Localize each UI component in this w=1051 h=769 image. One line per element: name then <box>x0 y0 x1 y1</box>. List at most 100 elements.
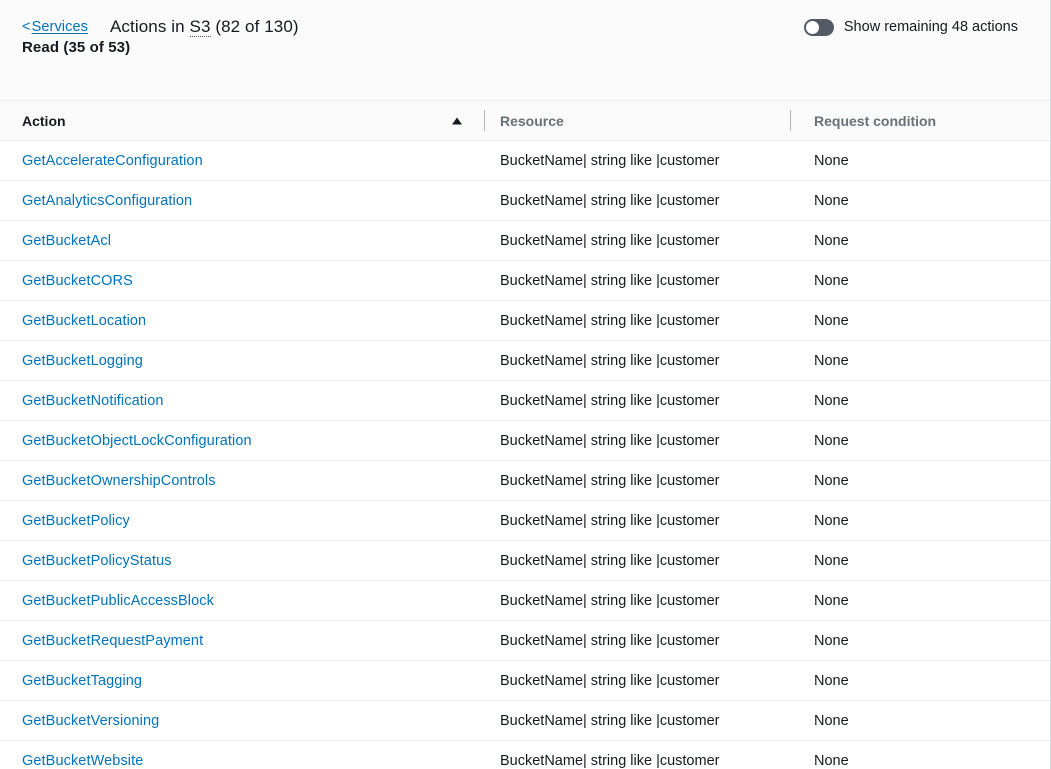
cell-action: GetBucketCORS <box>0 261 484 301</box>
cell-action: GetBucketPolicyStatus <box>0 541 484 581</box>
column-header-action-label: Action <box>22 113 66 129</box>
cell-resource: BucketName| string like |customer <box>484 381 790 421</box>
cell-resource: BucketName| string like |customer <box>484 421 790 461</box>
show-remaining-actions-toggle[interactable] <box>804 19 834 36</box>
cell-request-condition: None <box>790 381 1051 421</box>
actions-table-header-row: Action Resource Request condition <box>0 101 1051 141</box>
cell-resource: BucketName| string like |customer <box>484 621 790 661</box>
cell-request-condition: None <box>790 421 1051 461</box>
cell-action: GetBucketLocation <box>0 301 484 341</box>
cell-resource: BucketName| string like |customer <box>484 261 790 301</box>
table-row: GetBucketPublicAccessBlock BucketName| st… <box>0 581 1051 621</box>
cell-resource: BucketName| string like |customer <box>484 701 790 741</box>
cell-request-condition: None <box>790 701 1051 741</box>
action-link[interactable]: GetBucketVersioning <box>22 713 159 729</box>
column-divider <box>790 110 791 131</box>
cell-resource: BucketName| string like |customer <box>484 741 790 769</box>
cell-action: GetBucketPolicy <box>0 501 484 541</box>
cell-request-condition: None <box>790 741 1051 769</box>
page-title-count: (82 of 130) <box>211 17 299 36</box>
action-link[interactable]: GetBucketTagging <box>22 673 142 689</box>
cell-resource: BucketName| string like |customer <box>484 221 790 261</box>
cell-action: GetBucketOwnershipControls <box>0 461 484 501</box>
cell-action: GetBucketRequestPayment <box>0 621 484 661</box>
cell-action: GetBucketAcl <box>0 221 484 261</box>
column-header-request-condition[interactable]: Request condition <box>790 101 1051 141</box>
cell-request-condition: None <box>790 181 1051 221</box>
sort-ascending-icon <box>452 117 462 124</box>
cell-resource: BucketName| string like |customer <box>484 301 790 341</box>
table-row: GetBucketAcl BucketName| string like |cus… <box>0 221 1051 261</box>
cell-request-condition: None <box>790 221 1051 261</box>
action-link[interactable]: GetAccelerateConfiguration <box>22 153 203 169</box>
table-row: GetBucketVersioning BucketName| string li… <box>0 701 1051 741</box>
cell-action: GetBucketVersioning <box>0 701 484 741</box>
action-link[interactable]: GetBucketRequestPayment <box>22 633 203 649</box>
cell-resource: BucketName| string like |customer <box>484 501 790 541</box>
action-link[interactable]: GetAnalyticsConfiguration <box>22 193 192 209</box>
table-row: GetBucketObjectLockConfiguration BucketNa… <box>0 421 1051 461</box>
cell-action: GetBucketLogging <box>0 341 484 381</box>
cell-request-condition: None <box>790 621 1051 661</box>
breadcrumb-back-label: Services <box>32 19 88 35</box>
action-link[interactable]: GetBucketPublicAccessBlock <box>22 593 214 609</box>
cell-action: GetBucketTagging <box>0 661 484 701</box>
page-header-band: <Services Actions in S3 (82 of 130) Show… <box>0 0 1050 100</box>
breadcrumb-back-services-link[interactable]: <Services <box>22 19 88 35</box>
table-row: GetBucketNotification BucketName| string … <box>0 381 1051 421</box>
table-row: GetBucketTagging BucketName| string like … <box>0 661 1051 701</box>
cell-resource: BucketName| string like |customer <box>484 141 790 181</box>
action-link[interactable]: GetBucketAcl <box>22 233 111 249</box>
action-link[interactable]: GetBucketOwnershipControls <box>22 473 216 489</box>
cell-action: GetBucketWebsite <box>0 741 484 769</box>
column-header-resource-label: Resource <box>500 113 564 129</box>
actions-table: Action Resource Request condition <box>0 100 1051 769</box>
cell-action: GetBucketNotification <box>0 381 484 421</box>
table-row: GetBucketPolicyStatusBucketName| string … <box>0 541 1051 581</box>
column-header-request-condition-label: Request condition <box>814 113 936 129</box>
cell-action: GetAccelerateConfiguration <box>0 141 484 181</box>
cell-request-condition: None <box>790 501 1051 541</box>
actions-table-body: GetAccelerateConfiguration BucketName| st… <box>0 141 1051 769</box>
cell-resource: BucketName| string like |customer <box>484 581 790 621</box>
action-link[interactable]: GetBucketPolicyStatus <box>22 553 172 569</box>
section-title-read: Read (35 of 53) <box>0 40 1050 55</box>
table-row: GetBucketWebsite BucketName| string like … <box>0 741 1051 769</box>
action-link[interactable]: GetBucketObjectLockConfiguration <box>22 433 252 449</box>
toggle-knob <box>806 21 819 34</box>
action-link[interactable]: GetBucketPolicy <box>22 513 130 529</box>
cell-request-condition: None <box>790 461 1051 501</box>
column-header-resource[interactable]: Resource <box>484 101 790 141</box>
cell-action: GetBucketObjectLockConfiguration <box>0 421 484 461</box>
cell-request-condition: None <box>790 141 1051 181</box>
page-title-prefix: Actions in <box>110 17 190 36</box>
cell-resource: BucketName| string like |customer <box>484 661 790 701</box>
action-link[interactable]: GetBucketCORS <box>22 273 133 289</box>
cell-request-condition: None <box>790 581 1051 621</box>
cell-action: GetBucketPublicAccessBlock <box>0 581 484 621</box>
column-divider <box>484 110 485 131</box>
action-link[interactable]: GetBucketNotification <box>22 393 164 409</box>
table-row: GetAccelerateConfiguration BucketName| st… <box>0 141 1051 181</box>
table-row: GetBucketLocation BucketName| string like… <box>0 301 1051 341</box>
actions-page: <Services Actions in S3 (82 of 130) Show… <box>0 0 1051 769</box>
action-link[interactable]: GetBucketLocation <box>22 313 146 329</box>
page-title: Actions in S3 (82 of 130) <box>110 17 299 37</box>
table-row: GetBucketPolicy BucketName| string like |… <box>0 501 1051 541</box>
table-row: GetBucketLogging BucketName| string like … <box>0 341 1051 381</box>
action-link[interactable]: GetBucketLogging <box>22 353 143 369</box>
show-remaining-actions-label: Show remaining 48 actions <box>844 19 1018 35</box>
page-title-service-abbr: S3 <box>190 17 211 37</box>
column-header-action[interactable]: Action <box>0 101 484 141</box>
actions-table-head: Action Resource Request condition <box>0 101 1051 141</box>
table-row: GetAnalyticsConfiguration BucketName| str… <box>0 181 1051 221</box>
cell-request-condition: None <box>790 341 1051 381</box>
cell-request-condition: None <box>790 261 1051 301</box>
cell-request-condition: None <box>790 301 1051 341</box>
action-link[interactable]: GetBucketWebsite <box>22 753 143 769</box>
cell-resource: BucketName| string like |customer <box>484 341 790 381</box>
cell-request-condition: None <box>790 661 1051 701</box>
back-chevron-icon: < <box>22 19 31 35</box>
table-row: GetBucketOwnershipControlsBucketName| st… <box>0 461 1051 501</box>
cell-resource: BucketName| string like |customer <box>484 181 790 221</box>
